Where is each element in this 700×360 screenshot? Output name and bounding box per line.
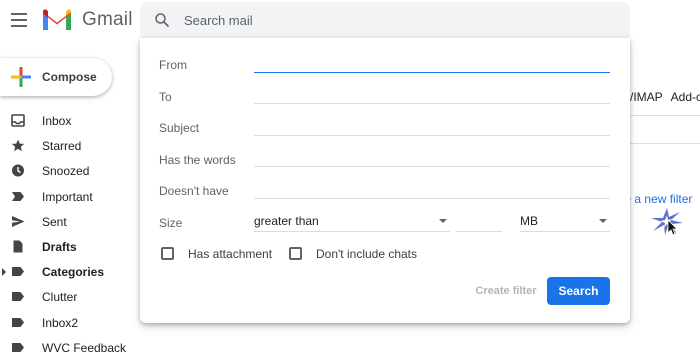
- sidebar-item-label: WVC Feedback: [42, 340, 127, 355]
- sidebar-item-label: Starred: [42, 139, 82, 154]
- sidebar-item-label: Inbox2: [42, 315, 79, 330]
- to-label: To: [159, 90, 172, 104]
- size-unit-select[interactable]: MB: [520, 210, 610, 232]
- important-icon: [12, 191, 24, 201]
- click-highlight-cursor-icon: [651, 208, 683, 236]
- label-icon: [12, 317, 24, 327]
- send-icon: [12, 215, 25, 227]
- sidebar-item-categories[interactable]: Categories: [0, 259, 140, 284]
- sidebar-item-snoozed[interactable]: Snoozed: [0, 158, 140, 183]
- sidebar-item-label: Sent: [42, 214, 67, 229]
- sidebar-item-drafts[interactable]: Drafts: [0, 234, 140, 259]
- menu-bar: [11, 13, 27, 15]
- gmail-logo-icon[interactable]: [41, 8, 73, 32]
- tab-addons[interactable]: Add-o: [671, 90, 700, 104]
- size-unit-value: MB: [520, 214, 538, 228]
- sidebar-item-label: Drafts: [42, 239, 77, 254]
- menu-bar: [11, 19, 27, 21]
- main-menu-button[interactable]: [11, 12, 29, 28]
- divider: [630, 115, 700, 116]
- settings-tabs: /IMAP Add-o: [630, 90, 700, 104]
- compose-label: Compose: [42, 70, 97, 84]
- dont-include-chats-checkbox[interactable]: [289, 247, 302, 260]
- search-bar: [140, 2, 630, 38]
- from-label: From: [159, 58, 187, 72]
- sidebar-item-important[interactable]: Important: [0, 184, 140, 209]
- dropdown-arrow-icon: [599, 219, 607, 223]
- draft-icon: [13, 240, 23, 253]
- sidebar-item-starred[interactable]: Starred: [0, 133, 140, 158]
- menu-bar: [11, 25, 27, 27]
- size-comparator-select[interactable]: greater than: [254, 210, 450, 232]
- sidebar-item-label: Inbox: [42, 114, 72, 128]
- search-input[interactable]: [184, 9, 604, 31]
- search-icon[interactable]: [153, 11, 171, 29]
- sidebar-item-label: Important: [42, 189, 93, 204]
- has-attachment-label[interactable]: Has attachment: [188, 247, 272, 261]
- sidebar-item-clutter[interactable]: Clutter: [0, 284, 140, 309]
- label-icon: [12, 267, 24, 277]
- sidebar-item-inbox[interactable]: Inbox: [0, 108, 140, 133]
- doesnt-have-field[interactable]: [254, 175, 610, 199]
- gmail-logo-text: Gmail: [82, 9, 133, 30]
- create-new-filter-link[interactable]: te a new filter: [621, 192, 692, 206]
- label-icon: [12, 292, 24, 302]
- compose-button[interactable]: Compose: [0, 58, 112, 96]
- dont-include-chats-label[interactable]: Don't include chats: [316, 247, 417, 261]
- size-label: Size: [159, 216, 183, 230]
- from-field[interactable]: [254, 49, 610, 73]
- advanced-search-panel: From To Subject Has the words Doesn't ha…: [140, 38, 630, 323]
- sidebar-item-label: Snoozed: [42, 164, 90, 179]
- subject-field[interactable]: [254, 112, 610, 136]
- sidebar-item-label: Categories: [42, 265, 105, 280]
- has-attachment-checkbox[interactable]: [161, 247, 174, 260]
- sidebar-item-label: Clutter: [42, 290, 78, 305]
- search-button[interactable]: Search: [547, 277, 610, 305]
- has-the-words-field[interactable]: [254, 143, 610, 167]
- size-value-field[interactable]: [456, 210, 502, 232]
- dropdown-arrow-icon: [439, 219, 447, 223]
- divider: [630, 143, 700, 144]
- inbox-icon: [11, 114, 25, 127]
- compose-plus-icon: [11, 67, 31, 87]
- to-field[interactable]: [254, 80, 610, 104]
- sidebar-item-inbox2[interactable]: Inbox2: [0, 310, 140, 335]
- has-the-words-label: Has the words: [159, 153, 236, 167]
- size-comparator-value: greater than: [254, 214, 319, 228]
- label-icon: [12, 342, 24, 352]
- clock-icon: [12, 164, 24, 177]
- create-filter-button[interactable]: Create filter: [456, 278, 556, 304]
- sidebar-nav: Inbox Starred Snoozed Important Sent Dra…: [0, 108, 140, 360]
- expand-arrow-icon[interactable]: [2, 268, 6, 277]
- subject-label: Subject: [159, 121, 200, 135]
- tab-imap[interactable]: /IMAP: [630, 90, 663, 104]
- doesnt-have-label: Doesn't have: [159, 184, 229, 198]
- sidebar-item-sent[interactable]: Sent: [0, 209, 140, 234]
- sidebar-item-wvc-feedback[interactable]: WVC Feedback: [0, 335, 140, 360]
- star-icon: [11, 139, 25, 152]
